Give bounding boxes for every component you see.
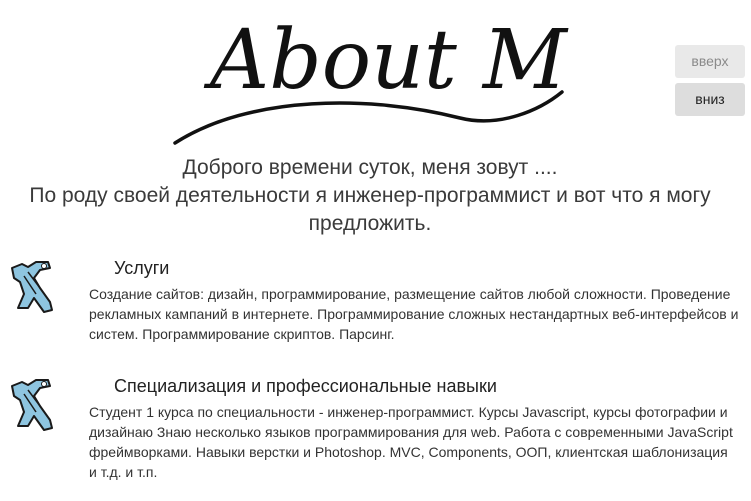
about-me-logo: About Me (170, 0, 570, 150)
logo-text: About Me (203, 13, 570, 108)
intro-description: По роду своей деятельности я инженер-про… (29, 184, 711, 235)
services-body: Создание сайтов: дизайн, программировани… (89, 286, 739, 342)
skills-body: Студент 1 курса по специальности - инжен… (89, 404, 733, 480)
scroll-down-button[interactable]: вниз (675, 83, 745, 116)
page: About Me вверх вниз Доброго времени суто… (0, 0, 751, 501)
skills-title: Специализация и профессиональные навыки (114, 376, 497, 396)
intro-text: Доброго времени суток, меня зовут .... П… (0, 154, 740, 238)
scroll-up-button[interactable]: вверх (675, 45, 745, 78)
intro-greeting: Доброго времени суток, меня зовут .... (182, 156, 558, 179)
services-title: Услуги (114, 258, 170, 278)
tools-icon (10, 376, 56, 432)
tools-icon (10, 258, 56, 314)
